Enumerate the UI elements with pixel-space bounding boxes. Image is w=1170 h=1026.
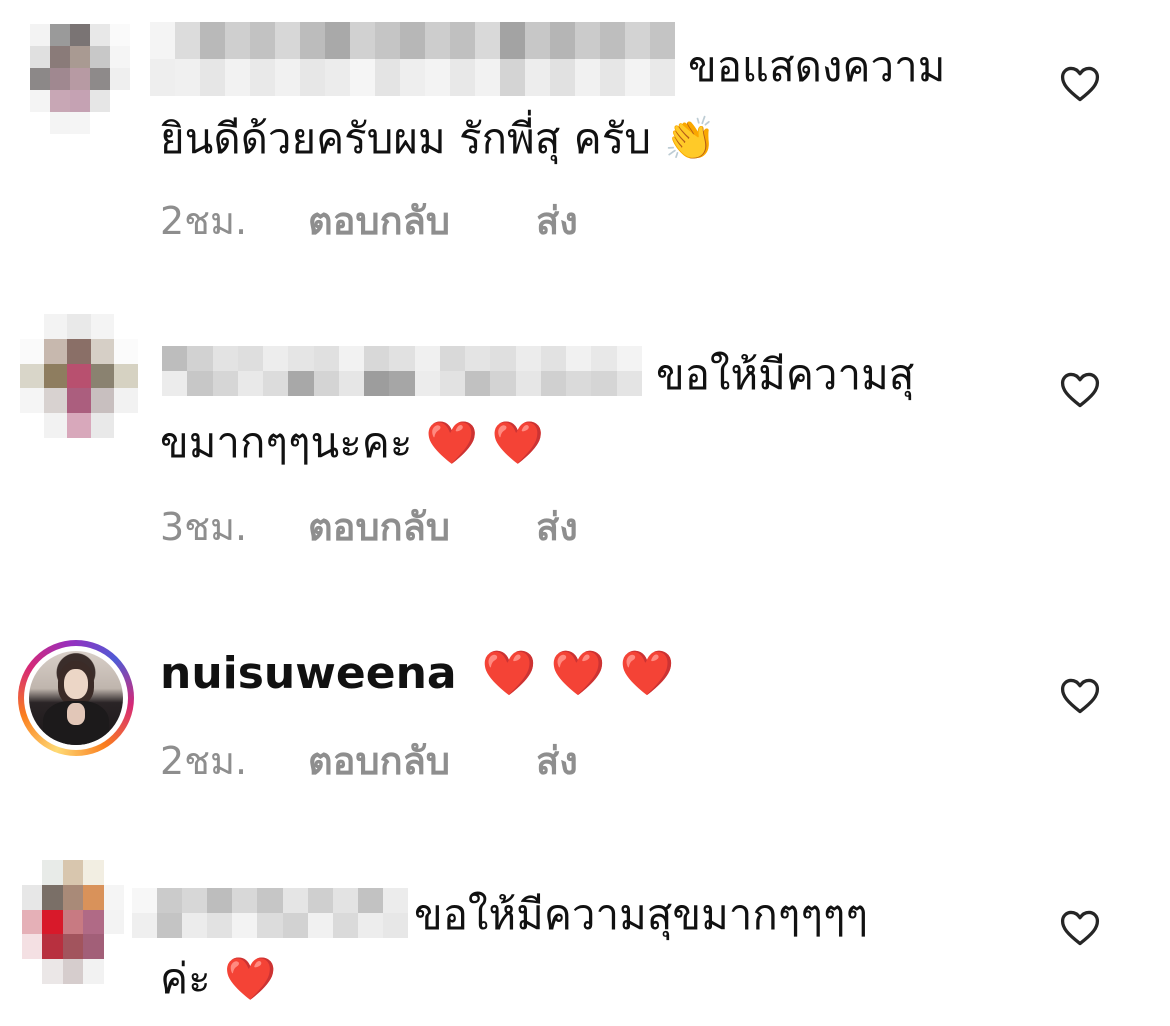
comment-item: ขอให้มีความสุขมากๆๆๆๆ ค่ะ ❤️ xyxy=(0,840,1170,1026)
avatar xyxy=(29,651,123,745)
comment-meta: 3ชม. ตอบกลับ ส่ง xyxy=(160,502,660,552)
send-button[interactable]: ส่ง xyxy=(536,736,578,786)
avatar-border xyxy=(24,646,128,750)
reply-button[interactable]: ตอบกลับ xyxy=(308,502,450,552)
red-heart-icon: ❤️ ❤️ xyxy=(425,418,544,467)
comment-text-line2: ค่ะ ❤️ xyxy=(160,946,276,1012)
username-label[interactable]: nuisuweena xyxy=(160,648,457,699)
timestamp: 2ชม. xyxy=(160,739,248,783)
send-button[interactable]: ส่ง xyxy=(536,196,578,246)
avatar-blurred[interactable] xyxy=(20,314,138,438)
username-blurred[interactable] xyxy=(162,346,642,396)
avatar-face xyxy=(64,669,88,699)
comment-text-line2: ยินดีด้วยครับผม รักพี่สุ ครับ 👏 xyxy=(160,106,717,172)
username[interactable]: nuisuweena ❤️ ❤️ ❤️ xyxy=(160,644,674,704)
clapping-hands-icon: 👏 xyxy=(664,114,717,163)
timestamp: 2ชม. xyxy=(160,199,248,243)
red-heart-icon: ❤️ xyxy=(224,954,277,1003)
avatar-blurred[interactable] xyxy=(30,24,130,134)
avatar-neck xyxy=(67,703,85,725)
avatar-blurred[interactable] xyxy=(22,860,124,984)
comment-meta: 2ชม. ตอบกลับ ส่ง xyxy=(160,736,660,786)
comment-item: ขอแสดงความ ยินดีด้วยครับผม รักพี่สุ ครับ… xyxy=(0,0,1170,300)
username-blurred[interactable] xyxy=(150,22,675,96)
comment-item: nuisuweena ❤️ ❤️ ❤️ 2ชม. ตอบกลับ ส่ง xyxy=(0,600,1170,840)
comment-text: ค่ะ xyxy=(160,954,211,1003)
comment-text-line2: ขมากๆๆนะคะ ❤️ ❤️ xyxy=(160,410,544,476)
red-heart-icon: ❤️ ❤️ ❤️ xyxy=(481,648,675,699)
comment-item: ขอให้มีความสุ ขมากๆๆนะคะ ❤️ ❤️ 3ชม. ตอบก… xyxy=(0,300,1170,600)
comment-text: ขมากๆๆนะคะ xyxy=(160,418,413,467)
username-blurred[interactable] xyxy=(132,888,408,938)
comment-text-line1: ขอให้มีความสุขมากๆๆๆๆ xyxy=(414,890,869,939)
timestamp: 3ชม. xyxy=(160,505,248,549)
comment-meta: 2ชม. ตอบกลับ ส่ง xyxy=(160,196,660,246)
heart-outline-icon[interactable] xyxy=(1058,906,1102,950)
heart-outline-icon[interactable] xyxy=(1058,674,1102,718)
story-ring-avatar[interactable] xyxy=(18,640,134,756)
reply-button[interactable]: ตอบกลับ xyxy=(308,196,450,246)
comment-text: ยินดีด้วยครับผม รักพี่สุ ครับ xyxy=(160,114,651,163)
send-button[interactable]: ส่ง xyxy=(536,502,578,552)
reply-button[interactable]: ตอบกลับ xyxy=(308,736,450,786)
heart-outline-icon[interactable] xyxy=(1058,62,1102,106)
heart-outline-icon[interactable] xyxy=(1058,368,1102,412)
comment-text-line1: ขอให้มีความสุ xyxy=(656,350,915,399)
comment-text-line1: ขอแสดงความ xyxy=(688,42,946,91)
